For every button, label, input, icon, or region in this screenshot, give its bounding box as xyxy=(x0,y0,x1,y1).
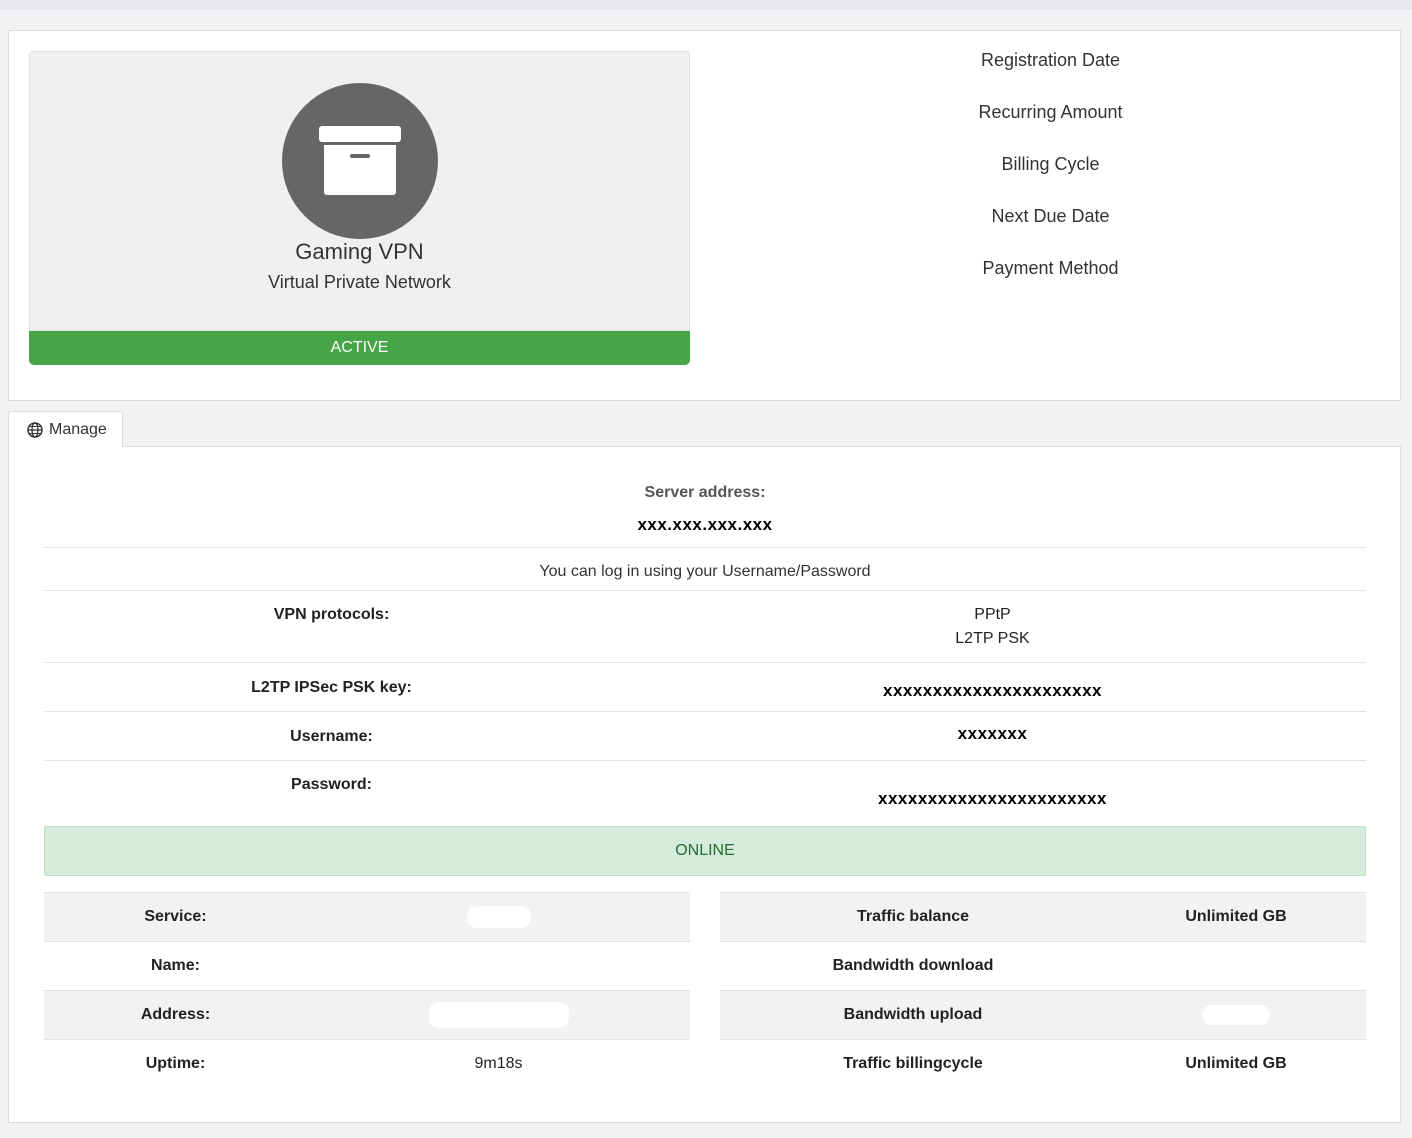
top-bar xyxy=(0,0,1412,10)
globe-icon xyxy=(27,421,43,438)
info-billing-cycle: Billing Cycle xyxy=(1001,154,1100,174)
vpn-protocol-pptp: PPtP xyxy=(974,606,1011,623)
product-card: Gaming VPN Virtual Private Network xyxy=(29,51,690,331)
table-row: Name: xyxy=(44,941,690,991)
stat-key: Service: xyxy=(44,892,307,942)
stat-value xyxy=(1106,990,1366,1040)
table-row: Address: xyxy=(44,990,690,1040)
stat-key: Name: xyxy=(44,941,307,991)
info-registration-date: Registration Date xyxy=(980,50,1121,70)
stat-value: Unlimited GB xyxy=(1106,1039,1366,1089)
product-group: Virtual Private Network xyxy=(268,272,451,292)
redacted-value xyxy=(428,1002,569,1028)
redacted-value xyxy=(1202,1005,1270,1025)
table-row: Bandwidth download xyxy=(720,941,1366,991)
info-recurring-amount: Recurring Amount xyxy=(978,102,1123,122)
product-overview-panel: Gaming VPN Virtual Private Network ACTIV… xyxy=(8,30,1401,401)
tab-manage[interactable]: Manage xyxy=(8,411,123,447)
product-name: Gaming VPN xyxy=(295,239,424,264)
stat-key: Traffic balance xyxy=(720,892,1106,942)
table-row: Uptime: 9m18s xyxy=(44,1039,690,1089)
billing-info-list: Registration Date Recurring Amount Billi… xyxy=(709,49,1392,309)
username-value: xxxxxxx xyxy=(957,724,1028,743)
status-badge: ACTIVE xyxy=(29,331,690,365)
stat-key: Address: xyxy=(44,990,307,1040)
server-address-label: Server address: xyxy=(644,484,766,501)
stat-key: Traffic billingcycle xyxy=(720,1039,1106,1089)
traffic-stats-table: Traffic balance Unlimited GB Bandwidth d… xyxy=(720,892,1366,1089)
tab-manage-label: Manage xyxy=(49,420,107,438)
redacted-value xyxy=(466,906,531,928)
stat-key: Bandwidth download xyxy=(720,941,1106,991)
psk-key-value: xxxxxxxxxxxxxxxxxxxxxx xyxy=(882,681,1102,700)
stat-value xyxy=(307,941,690,991)
stat-value xyxy=(307,892,690,942)
archive-box-icon xyxy=(282,83,438,239)
login-note: You can log in using your Username/Passw… xyxy=(539,563,871,580)
stat-value xyxy=(1106,941,1366,991)
table-row: Bandwidth upload xyxy=(720,990,1366,1040)
password-label: Password: xyxy=(291,776,372,793)
password-value: xxxxxxxxxxxxxxxxxxxxxxx xyxy=(878,789,1107,808)
online-status: ONLINE xyxy=(44,826,1366,876)
info-next-due-date: Next Due Date xyxy=(991,206,1110,226)
vpn-protocols-label: VPN protocols: xyxy=(273,606,390,623)
stat-value: Unlimited GB xyxy=(1106,892,1366,942)
server-address-value: xxx.xxx.xxx.xxx xyxy=(637,515,773,534)
stat-value xyxy=(307,990,690,1040)
table-row: Traffic billingcycle Unlimited GB xyxy=(720,1039,1366,1089)
stat-key: Bandwidth upload xyxy=(720,990,1106,1040)
info-payment-method: Payment Method xyxy=(982,258,1119,278)
vpn-protocol-l2tp: L2TP PSK xyxy=(955,630,1030,647)
psk-key-label: L2TP IPSec PSK key: xyxy=(251,679,412,696)
manage-panel: Server address: xxx.xxx.xxx.xxx You can … xyxy=(8,446,1401,1123)
table-row: Traffic balance Unlimited GB xyxy=(720,892,1366,942)
table-row: Service: xyxy=(44,892,690,942)
username-label: Username: xyxy=(290,728,373,745)
service-stats-table: Service: Name: Address: Uptime: 9m18s xyxy=(44,892,690,1089)
stat-value: 9m18s xyxy=(307,1039,690,1089)
stat-key: Uptime: xyxy=(44,1039,307,1089)
